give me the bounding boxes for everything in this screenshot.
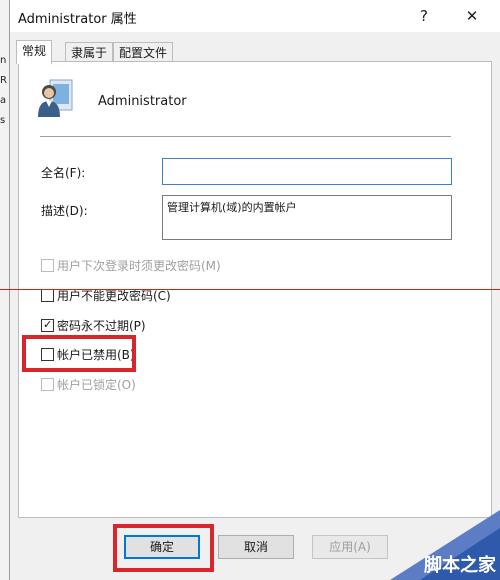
description-value: 管理计算机(域)的内置帐户 <box>167 201 297 214</box>
tab-strip: 常规 隶属于 配置文件 <box>10 40 500 64</box>
background-fragment: s <box>0 115 6 126</box>
checkbox-label: 密码永不过期(P) <box>57 319 146 333</box>
full-name-label: 全名(F): <box>41 166 86 180</box>
checkbox-box[interactable] <box>41 348 54 361</box>
cancel-button[interactable]: 取消 <box>218 535 294 559</box>
title-bar[interactable]: Administrator 属性 ? ✕ <box>10 0 500 32</box>
full-name-input[interactable] <box>162 158 452 185</box>
description-label: 描述(D): <box>41 204 88 218</box>
tab-general[interactable]: 常规 <box>16 40 53 64</box>
checkmark-icon: ✓ <box>43 318 53 331</box>
background-fragment: R <box>0 75 7 86</box>
user-name: Administrator <box>98 94 187 109</box>
separator <box>40 136 451 137</box>
description-input[interactable]: 管理计算机(域)的内置帐户 <box>162 195 452 240</box>
help-button[interactable]: ? <box>402 2 446 30</box>
tab-member-of[interactable]: 隶属于 <box>65 42 114 63</box>
user-account-icon <box>38 79 73 117</box>
checkbox-box[interactable]: ✓ <box>41 318 54 332</box>
checkbox-box[interactable] <box>41 378 54 391</box>
checkbox-label: 用户下次登录时须更改密码(M) <box>57 259 221 273</box>
checkbox-box[interactable] <box>41 259 54 272</box>
watermark-text: 脚本之家 <box>424 555 496 576</box>
dialog-title: Administrator 属性 <box>18 12 137 27</box>
checkbox-box[interactable] <box>41 289 54 302</box>
checkbox-label: 帐户已锁定(O) <box>57 378 136 392</box>
annotation-line <box>0 289 500 290</box>
close-button[interactable]: ✕ <box>450 2 494 30</box>
ok-button[interactable]: 确定 <box>124 535 200 559</box>
checkbox-label: 帐户已禁用(B) <box>57 348 135 362</box>
properties-dialog: Administrator 属性 ? ✕ 常规 隶属于 配置文件 Adminis… <box>9 0 500 580</box>
background-fragment: a <box>0 95 7 106</box>
tab-profile[interactable]: 配置文件 <box>113 42 174 63</box>
background-fragment: n <box>0 55 7 66</box>
